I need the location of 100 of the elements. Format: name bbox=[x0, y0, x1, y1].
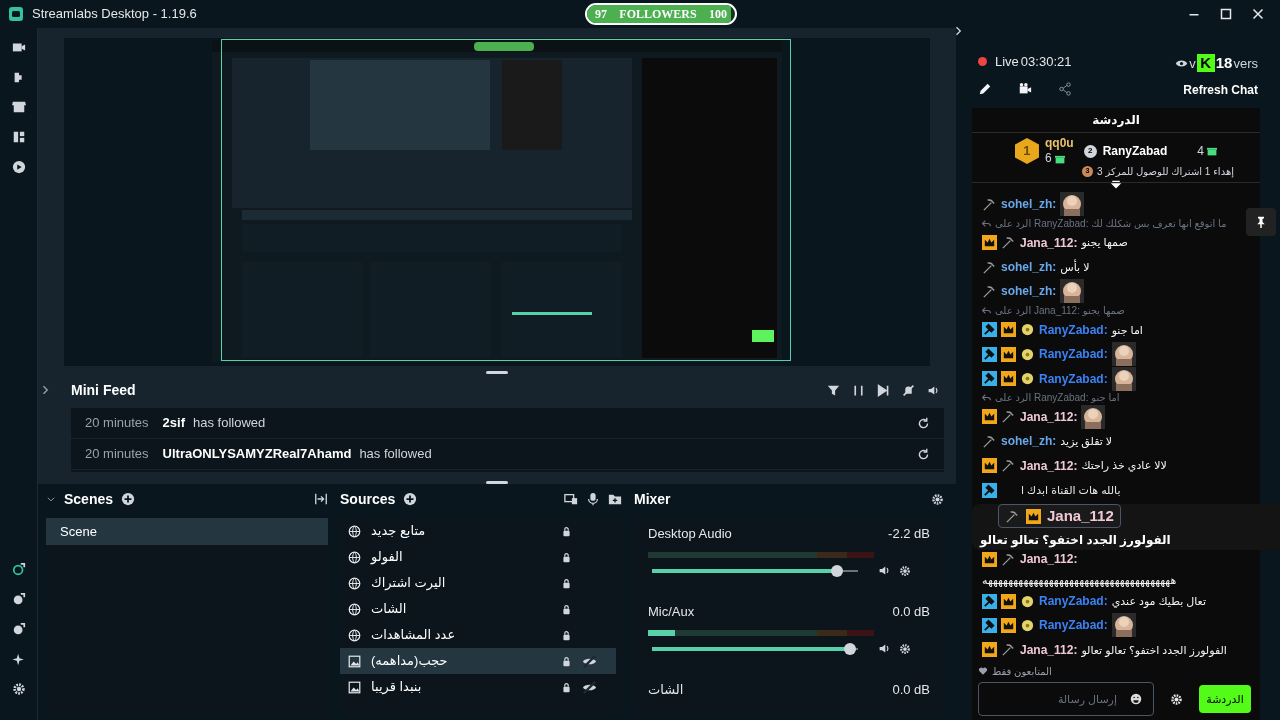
layout-icon[interactable] bbox=[11, 130, 26, 144]
volume-slider[interactable] bbox=[652, 563, 858, 578]
refresh-chat-link[interactable]: Refresh Chat bbox=[1183, 80, 1258, 99]
sparkle-icon[interactable] bbox=[11, 652, 26, 666]
volume-slider[interactable] bbox=[652, 641, 858, 656]
scene-item[interactable]: Scene bbox=[46, 518, 328, 545]
hidden-icon[interactable] bbox=[582, 653, 597, 669]
pin-icon bbox=[1255, 216, 1267, 228]
live-timer: 03:30:21 bbox=[1020, 53, 1072, 71]
message-text: صمها يجنو bbox=[1081, 235, 1128, 251]
play-icon[interactable] bbox=[11, 160, 26, 174]
channel-reading: 0.0 dB bbox=[892, 681, 930, 699]
source-item[interactable]: الفولو bbox=[340, 544, 616, 570]
message-text: تعال بطيك مود عندي bbox=[1111, 593, 1206, 610]
viewers-text: vers bbox=[1233, 54, 1258, 73]
collapse-icon[interactable] bbox=[46, 494, 56, 504]
feed-action: has followed bbox=[359, 445, 432, 464]
settings-icon[interactable] bbox=[899, 564, 911, 577]
chat-username: sohel_zh: bbox=[1001, 196, 1057, 214]
settings-icon[interactable] bbox=[899, 642, 911, 655]
scroll-down-icon[interactable] bbox=[1109, 180, 1123, 191]
settings-icon[interactable] bbox=[931, 492, 944, 506]
chat-username: Jana_112: bbox=[1020, 457, 1078, 475]
source-item[interactable]: اليرت اشتراك bbox=[340, 570, 616, 596]
lock-icon[interactable] bbox=[561, 525, 572, 537]
lock-icon[interactable] bbox=[561, 577, 572, 589]
reply-context: الرد على RanyZabad: ما اتوقع انها تعرف بس شكلك لك bbox=[995, 216, 1227, 231]
chat-username: Jana_112: bbox=[1020, 234, 1078, 252]
globe-icon bbox=[348, 550, 361, 564]
mic-icon[interactable] bbox=[586, 492, 600, 506]
chat-username: Jana_112 bbox=[1047, 506, 1114, 527]
volume-icon[interactable] bbox=[878, 642, 891, 655]
feed-time: 20 minutes bbox=[85, 414, 149, 433]
chat-username: sohel_zh: bbox=[1001, 259, 1057, 276]
app-logo-icon bbox=[8, 6, 24, 22]
lock-icon[interactable] bbox=[561, 603, 572, 615]
settings-icon[interactable] bbox=[1170, 692, 1183, 706]
close-icon[interactable] bbox=[1252, 8, 1264, 20]
skip-icon[interactable] bbox=[877, 383, 890, 397]
highlighter-icon[interactable] bbox=[11, 562, 26, 576]
refresh-icon[interactable] bbox=[917, 447, 930, 461]
display-icon[interactable] bbox=[564, 492, 578, 506]
pin-button[interactable] bbox=[1246, 208, 1276, 236]
video-camera-icon[interactable] bbox=[1018, 81, 1032, 96]
source-item[interactable]: الشات bbox=[340, 596, 616, 622]
pause-icon[interactable] bbox=[852, 383, 865, 397]
viewers-text: v bbox=[1189, 54, 1196, 73]
lock-icon[interactable] bbox=[561, 681, 572, 693]
source-item[interactable]: عدد المشاهدات bbox=[340, 622, 616, 648]
resize-handle[interactable] bbox=[486, 481, 508, 484]
refresh-icon[interactable] bbox=[917, 416, 930, 430]
source-item[interactable]: حجب(مداهمه) bbox=[340, 648, 616, 674]
pencil-icon[interactable] bbox=[978, 81, 992, 96]
emoji-icon[interactable] bbox=[1130, 693, 1142, 705]
chat-send-button[interactable]: الدردشة bbox=[1199, 685, 1251, 713]
source-label: عدد المشاهدات bbox=[371, 626, 457, 645]
message-text: لا بأس bbox=[1060, 258, 1090, 276]
lock-icon[interactable] bbox=[561, 551, 572, 563]
channel-name: الشات bbox=[648, 681, 684, 699]
source-label: حجب(مداهمه) bbox=[371, 652, 449, 671]
source-item[interactable]: متابع جديد bbox=[340, 518, 616, 544]
message-text: لالا عادي خذ راحتك bbox=[1081, 458, 1167, 474]
store-icon[interactable] bbox=[11, 100, 26, 114]
lock-icon[interactable] bbox=[561, 629, 572, 641]
add-icon[interactable] bbox=[121, 492, 136, 506]
panel-title: Scenes bbox=[64, 489, 114, 509]
channel-name: Desktop Audio bbox=[648, 525, 732, 543]
feed-username: 2sif bbox=[162, 414, 185, 433]
resize-handle[interactable] bbox=[486, 370, 508, 374]
chat-username: Jana_112: bbox=[1020, 551, 1078, 569]
rank-badge: 2 bbox=[1083, 144, 1097, 158]
source-label: الفولو bbox=[371, 548, 404, 567]
leader-name: qq0u bbox=[1044, 136, 1074, 152]
hidden-icon[interactable] bbox=[582, 679, 597, 695]
globe-icon bbox=[348, 524, 361, 538]
image-icon bbox=[348, 654, 361, 668]
slider-thumb[interactable] bbox=[831, 564, 844, 577]
lock-icon[interactable] bbox=[561, 655, 572, 667]
reply-icon bbox=[982, 218, 991, 228]
chat-username: Jana_112: bbox=[1020, 641, 1078, 659]
rank-badge: 1 bbox=[1014, 138, 1039, 165]
reply-context: الرد على RanyZabad: اما جنو bbox=[995, 391, 1120, 406]
maximize-icon[interactable] bbox=[1220, 8, 1232, 20]
filter-icon[interactable] bbox=[827, 383, 840, 397]
volume-icon[interactable] bbox=[878, 564, 891, 577]
message-field[interactable]: إرسال رسالة bbox=[978, 682, 1154, 716]
slider-thumb[interactable] bbox=[843, 642, 856, 655]
folder-add-icon[interactable] bbox=[608, 492, 622, 506]
add-icon[interactable] bbox=[403, 492, 418, 506]
gift-count: 6 bbox=[1044, 151, 1052, 167]
settings-icon[interactable] bbox=[11, 682, 26, 696]
globe-icon bbox=[348, 628, 361, 642]
kick-logo: K bbox=[1196, 54, 1215, 73]
goal-target: 100 bbox=[709, 6, 727, 23]
panel-title: Mixer bbox=[634, 489, 671, 509]
source-item[interactable]: بنبدا قريبا bbox=[340, 674, 616, 700]
channel-reading: -2.2 dB bbox=[888, 525, 930, 543]
collapse-icon[interactable] bbox=[314, 492, 328, 506]
chat-username: RanyZabad: bbox=[1039, 370, 1108, 388]
share-icon[interactable] bbox=[1058, 81, 1072, 96]
